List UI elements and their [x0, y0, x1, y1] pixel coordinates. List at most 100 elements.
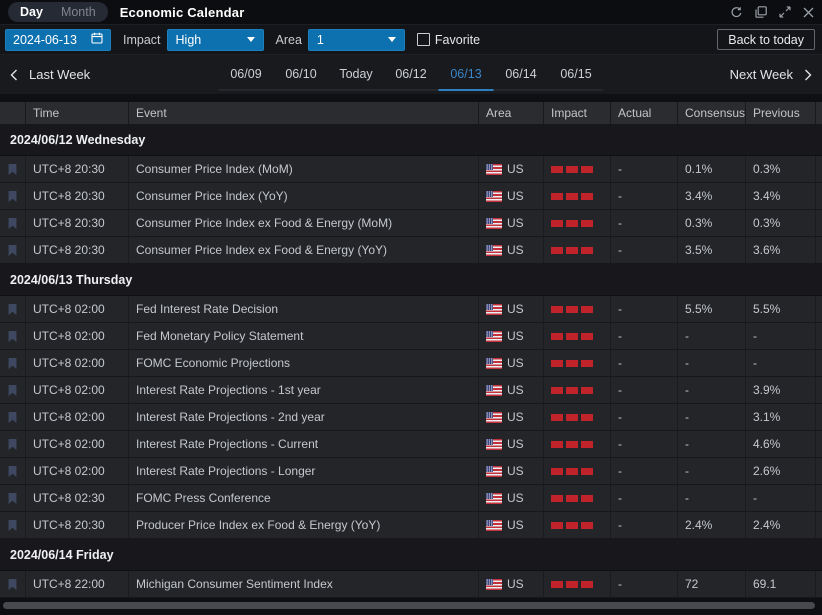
- event-row[interactable]: UTC+8 02:00 Interest Rate Projections - …: [0, 404, 822, 431]
- row-gutter: [815, 323, 822, 349]
- event-name: Interest Rate Projections - 2nd year: [128, 404, 478, 430]
- event-previous: 69.1: [745, 571, 815, 597]
- event-consensus: -: [677, 377, 745, 403]
- event-row[interactable]: UTC+8 02:00 Interest Rate Projections - …: [0, 431, 822, 458]
- toggle-day[interactable]: Day: [11, 2, 52, 22]
- week-day-tab[interactable]: 06/15: [549, 64, 604, 91]
- expand-icon[interactable]: [779, 6, 791, 18]
- bookmark-icon: [7, 303, 18, 316]
- next-week-button[interactable]: Next Week: [730, 67, 812, 82]
- favorite-label: Favorite: [435, 33, 480, 47]
- event-area: US: [478, 458, 543, 484]
- bookmark-cell[interactable]: [0, 156, 25, 182]
- bookmark-cell[interactable]: [0, 323, 25, 349]
- event-row[interactable]: UTC+8 02:00 Interest Rate Projections - …: [0, 377, 822, 404]
- week-day-label: 06/10: [285, 67, 316, 81]
- refresh-icon[interactable]: [730, 6, 743, 19]
- week-day-label: 06/09: [230, 67, 261, 81]
- week-day-tab[interactable]: Today: [329, 64, 384, 91]
- event-impact: [543, 210, 610, 236]
- impact-bars: [551, 220, 593, 227]
- section-date: 2024/06/14 Friday: [10, 548, 114, 562]
- row-gutter: [815, 458, 822, 484]
- bookmark-cell[interactable]: [0, 485, 25, 511]
- event-row[interactable]: UTC+8 22:00 Michigan Consumer Sentiment …: [0, 571, 822, 598]
- section-header-row: 2024/06/12 Wednesday: [0, 124, 822, 156]
- week-day-tab[interactable]: 06/10: [274, 64, 329, 91]
- bookmark-cell[interactable]: [0, 458, 25, 484]
- bookmark-cell[interactable]: [0, 512, 25, 538]
- us-flag-icon: [486, 466, 502, 477]
- week-day-label: 06/14: [505, 67, 536, 81]
- week-day-tab[interactable]: 06/14: [494, 64, 549, 91]
- close-icon[interactable]: [803, 7, 814, 18]
- event-row[interactable]: UTC+8 02:00 Fed Interest Rate Decision U…: [0, 296, 822, 323]
- impact-bars: [551, 166, 593, 173]
- impact-bars: [551, 414, 593, 421]
- impact-bars: [551, 247, 593, 254]
- event-time: UTC+8 20:30: [25, 237, 128, 263]
- event-row[interactable]: UTC+8 20:30 Producer Price Index ex Food…: [0, 512, 822, 539]
- event-row[interactable]: UTC+8 20:30 Consumer Price Index ex Food…: [0, 210, 822, 237]
- row-gutter: [815, 512, 822, 538]
- toggle-month[interactable]: Month: [52, 2, 105, 22]
- event-area: US: [478, 377, 543, 403]
- date-picker[interactable]: 2024-06-13: [5, 29, 111, 51]
- event-row[interactable]: UTC+8 02:00 Interest Rate Projections - …: [0, 458, 822, 485]
- area-label: Area: [276, 33, 302, 47]
- event-name: Fed Monetary Policy Statement: [128, 323, 478, 349]
- calendar-icon: [91, 32, 103, 47]
- area-code: US: [507, 518, 524, 532]
- impact-select[interactable]: High: [167, 29, 264, 51]
- area-select[interactable]: 1: [308, 29, 405, 51]
- favorite-checkbox[interactable]: Favorite: [417, 33, 480, 47]
- col-time: Time: [25, 102, 128, 124]
- bookmark-cell[interactable]: [0, 183, 25, 209]
- impact-bars: [551, 468, 593, 475]
- event-time: UTC+8 22:00: [25, 571, 128, 597]
- week-day-tab[interactable]: 06/09: [219, 64, 274, 91]
- week-day-tab[interactable]: 06/13: [439, 64, 494, 91]
- event-actual: -: [610, 350, 677, 376]
- event-row[interactable]: UTC+8 02:00 Fed Monetary Policy Statemen…: [0, 323, 822, 350]
- event-actual: -: [610, 237, 677, 263]
- bookmark-cell[interactable]: [0, 377, 25, 403]
- event-name: FOMC Economic Projections: [128, 350, 478, 376]
- us-flag-icon: [486, 191, 502, 202]
- row-gutter: [815, 431, 822, 457]
- event-row[interactable]: UTC+8 02:30 FOMC Press Conference US - -…: [0, 485, 822, 512]
- event-impact: [543, 485, 610, 511]
- event-impact: [543, 512, 610, 538]
- bookmark-cell[interactable]: [0, 210, 25, 236]
- event-actual: -: [610, 183, 677, 209]
- row-gutter: [815, 485, 822, 511]
- horizontal-scrollbar-thumb[interactable]: [3, 602, 815, 609]
- last-week-button[interactable]: Last Week: [10, 67, 90, 82]
- event-row[interactable]: UTC+8 20:30 Consumer Price Index (YoY) U…: [0, 183, 822, 210]
- bookmark-cell[interactable]: [0, 404, 25, 430]
- popout-icon[interactable]: [755, 6, 767, 18]
- event-impact: [543, 237, 610, 263]
- event-area: US: [478, 512, 543, 538]
- event-row[interactable]: UTC+8 20:30 Consumer Price Index (MoM) U…: [0, 156, 822, 183]
- event-time: UTC+8 20:30: [25, 512, 128, 538]
- event-impact: [543, 323, 610, 349]
- event-row[interactable]: UTC+8 20:30 Consumer Price Index ex Food…: [0, 237, 822, 264]
- bookmark-cell[interactable]: [0, 296, 25, 322]
- titlebar: Day Month Economic Calendar: [0, 0, 822, 25]
- bookmark-cell[interactable]: [0, 237, 25, 263]
- event-previous: 2.6%: [745, 458, 815, 484]
- event-area: US: [478, 431, 543, 457]
- bookmark-cell[interactable]: [0, 431, 25, 457]
- event-row[interactable]: UTC+8 02:00 FOMC Economic Projections US…: [0, 350, 822, 377]
- week-day-tab[interactable]: 06/12: [384, 64, 439, 91]
- back-to-today-button[interactable]: Back to today: [717, 29, 815, 50]
- impact-bars: [551, 360, 593, 367]
- col-consensus: Consensus: [677, 102, 745, 124]
- bookmark-cell[interactable]: [0, 350, 25, 376]
- event-area: US: [478, 485, 543, 511]
- bookmark-cell[interactable]: [0, 571, 25, 597]
- area-code: US: [507, 216, 524, 230]
- week-day-tabs: 06/09 06/10 Today 06/12 06/13 06/14 06/1…: [219, 64, 604, 91]
- event-consensus: 2.4%: [677, 512, 745, 538]
